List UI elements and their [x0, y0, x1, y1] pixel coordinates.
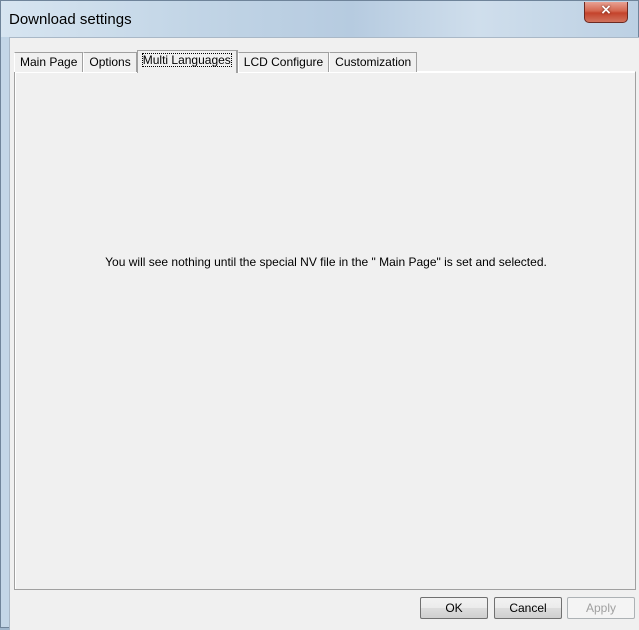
- close-button[interactable]: ×: [584, 2, 628, 23]
- title-bar[interactable]: Download settings ×: [1, 1, 638, 37]
- close-icon: ×: [600, 2, 612, 18]
- tab-label: LCD Configure: [243, 55, 324, 69]
- tab-label: Main Page: [20, 55, 78, 69]
- tab-label: Multi Languages: [141, 53, 232, 67]
- tab-lcd-configure[interactable]: LCD Configure: [237, 52, 329, 72]
- window-title: Download settings: [9, 11, 132, 28]
- tab-label: Customization: [335, 55, 412, 69]
- tab-main-page[interactable]: Main Page: [14, 52, 83, 72]
- tab-strip: Main Page Options Multi Languages LCD Co…: [14, 50, 417, 73]
- tab-label: Options: [89, 55, 131, 69]
- apply-button[interactable]: Apply: [567, 597, 635, 619]
- tab-customization[interactable]: Customization: [329, 52, 417, 72]
- tab-options[interactable]: Options: [83, 52, 136, 72]
- cancel-button[interactable]: Cancel: [494, 597, 562, 619]
- tab-panel-multi-languages: You will see nothing until the special N…: [14, 71, 636, 590]
- nv-file-message: You will see nothing until the special N…: [105, 255, 547, 269]
- tab-multi-languages[interactable]: Multi Languages: [136, 50, 237, 73]
- ok-button[interactable]: OK: [420, 597, 488, 619]
